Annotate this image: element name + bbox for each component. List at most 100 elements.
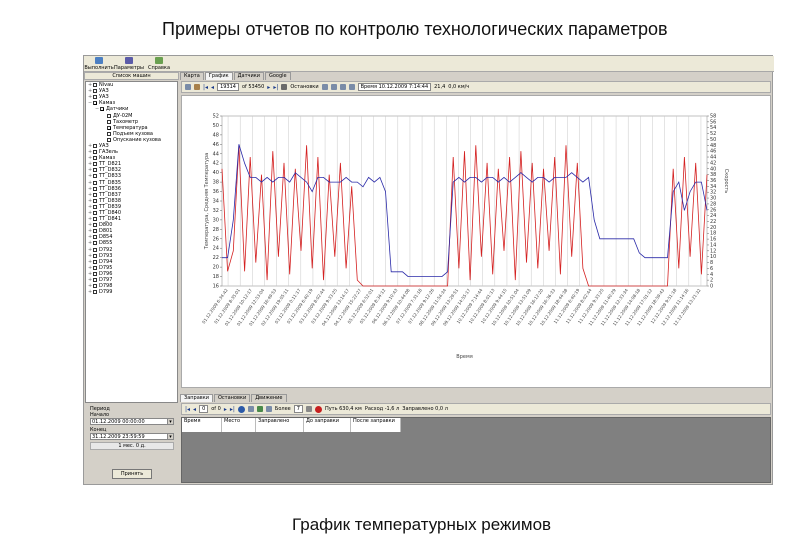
edit-icon[interactable] — [281, 84, 288, 90]
checkbox[interactable] — [93, 241, 97, 246]
checkbox[interactable] — [93, 143, 97, 148]
checkbox[interactable] — [93, 265, 97, 270]
checkbox[interactable] — [93, 259, 97, 264]
column-header[interactable]: После заправки — [351, 418, 401, 432]
tab-google[interactable]: Google — [264, 72, 291, 80]
checkbox[interactable] — [93, 284, 97, 289]
checkbox[interactable] — [93, 101, 97, 106]
column-header[interactable]: Время — [182, 418, 222, 432]
tab-chart[interactable]: График — [204, 72, 233, 80]
tree-item-label: УАЗ — [99, 88, 109, 95]
filter-icon[interactable] — [265, 406, 272, 412]
help-button[interactable]: Справка — [144, 56, 174, 72]
checkbox[interactable] — [93, 180, 97, 185]
checkbox[interactable] — [107, 125, 111, 130]
tree-item[interactable]: + D799 — [86, 289, 177, 295]
report-record-input[interactable]: 0 — [199, 405, 209, 413]
table-icon[interactable] — [256, 406, 263, 412]
gauge-icon[interactable] — [305, 406, 312, 412]
checkbox[interactable] — [107, 113, 111, 118]
tab-map[interactable]: Карта — [180, 72, 204, 80]
checkbox[interactable] — [93, 83, 97, 88]
checkbox[interactable] — [93, 192, 97, 197]
tree-item-label: УАЗ — [99, 94, 109, 101]
settings-button[interactable]: Параметры — [114, 56, 144, 72]
column-header[interactable]: Заправлено — [256, 418, 304, 432]
apply-button[interactable]: Принять — [112, 469, 152, 479]
tree-item-label: D793 — [99, 252, 113, 259]
stops-button[interactable]: Остановки — [290, 84, 318, 90]
first-record-icon[interactable]: |◂ — [203, 84, 208, 91]
tree-item-label: Опускание кузова — [113, 136, 161, 143]
checkbox[interactable] — [93, 211, 97, 216]
last-record-icon[interactable]: ▸| — [273, 84, 278, 91]
checkbox[interactable] — [93, 150, 97, 155]
report-record-total: of 0 — [211, 406, 221, 412]
tab-refuels[interactable]: Заправки — [180, 394, 213, 402]
y-tick-label: 50 — [213, 123, 219, 129]
next-record-icon[interactable]: ▸ — [224, 406, 227, 413]
checkbox[interactable] — [107, 131, 111, 136]
more-input[interactable]: 7 — [293, 405, 303, 413]
record-input[interactable]: 19314 — [217, 83, 239, 91]
tab-movement[interactable]: Движение — [251, 394, 287, 402]
print-icon[interactable] — [185, 84, 191, 90]
globe-icon[interactable] — [237, 405, 245, 413]
zoom-fit-icon[interactable] — [339, 84, 346, 90]
checkbox[interactable] — [93, 198, 97, 203]
checkbox[interactable] — [93, 174, 97, 179]
checkbox[interactable] — [93, 156, 97, 161]
prev-record-icon[interactable]: ◂ — [193, 406, 196, 413]
checkbox[interactable] — [107, 119, 111, 124]
checkbox[interactable] — [93, 186, 97, 191]
checkbox[interactable] — [93, 223, 97, 228]
checkbox[interactable] — [93, 217, 97, 222]
refueled-readout: Заправлено 0,0 л — [402, 406, 448, 412]
first-record-icon[interactable]: |◂ — [185, 406, 190, 413]
y-tick-label: 36 — [213, 189, 219, 195]
column-header[interactable]: Место — [222, 418, 256, 432]
tree-item-label: ТТ_D839 — [99, 203, 122, 210]
checkbox[interactable] — [93, 229, 97, 234]
zoom-in-icon[interactable] — [321, 84, 328, 90]
tree-item-label: ТТ_D841 — [99, 216, 122, 223]
checkbox[interactable] — [93, 271, 97, 276]
y-tick-label: 34 — [213, 199, 219, 205]
checkbox[interactable] — [93, 168, 97, 173]
tab-sensors[interactable]: Датчики — [233, 72, 264, 80]
last-record-icon[interactable]: ▸| — [230, 406, 235, 413]
stop-icon[interactable] — [314, 405, 322, 413]
run-button[interactable]: Выполнить — [84, 56, 114, 72]
slide-caption: График температурных режимов — [292, 515, 552, 534]
tab-stops[interactable]: Остановки — [214, 394, 251, 402]
checkbox[interactable] — [93, 89, 97, 94]
chevron-down-icon[interactable]: ▾ — [167, 434, 173, 440]
checkbox[interactable] — [93, 162, 97, 167]
prev-record-icon[interactable]: ◂ — [211, 84, 214, 91]
value-readout: 21,4 — [434, 84, 446, 90]
export-icon[interactable] — [194, 84, 200, 90]
checkbox[interactable] — [107, 137, 111, 142]
checkbox[interactable] — [93, 253, 97, 258]
tree-item-label: ДУ-02М — [113, 112, 133, 119]
period-from-field[interactable]: 01.12.2009 00:00:00 ▾ — [90, 418, 174, 425]
checkbox[interactable] — [93, 278, 97, 283]
next-record-icon[interactable]: ▸ — [267, 84, 270, 91]
grid-icon[interactable] — [348, 84, 355, 90]
vehicle-tree[interactable]: + Nivau + УАЗ + УАЗ − Камаз − Датчики ДУ-02М Тахоме… — [85, 81, 178, 403]
checkbox[interactable] — [93, 290, 97, 295]
column-header[interactable]: До заправки — [304, 418, 351, 432]
checkbox[interactable] — [93, 247, 97, 252]
temperature-chart[interactable]: 01.12.2009 6:34:4201.12.2009 8:35:0101.1… — [182, 96, 770, 387]
checkbox[interactable] — [100, 107, 104, 112]
y-tick-label: 30 — [213, 217, 219, 223]
tree-item-label: Камаз — [99, 155, 116, 162]
zoom-out-icon[interactable] — [330, 84, 337, 90]
save-icon[interactable] — [247, 406, 254, 412]
chevron-down-icon[interactable]: ▾ — [167, 419, 173, 425]
checkbox[interactable] — [93, 95, 97, 100]
tree-item-label: D794 — [99, 258, 113, 265]
checkbox[interactable] — [93, 204, 97, 209]
period-to-field[interactable]: 31.12.2009 23:59:59 ▾ — [90, 433, 174, 440]
checkbox[interactable] — [93, 235, 97, 240]
